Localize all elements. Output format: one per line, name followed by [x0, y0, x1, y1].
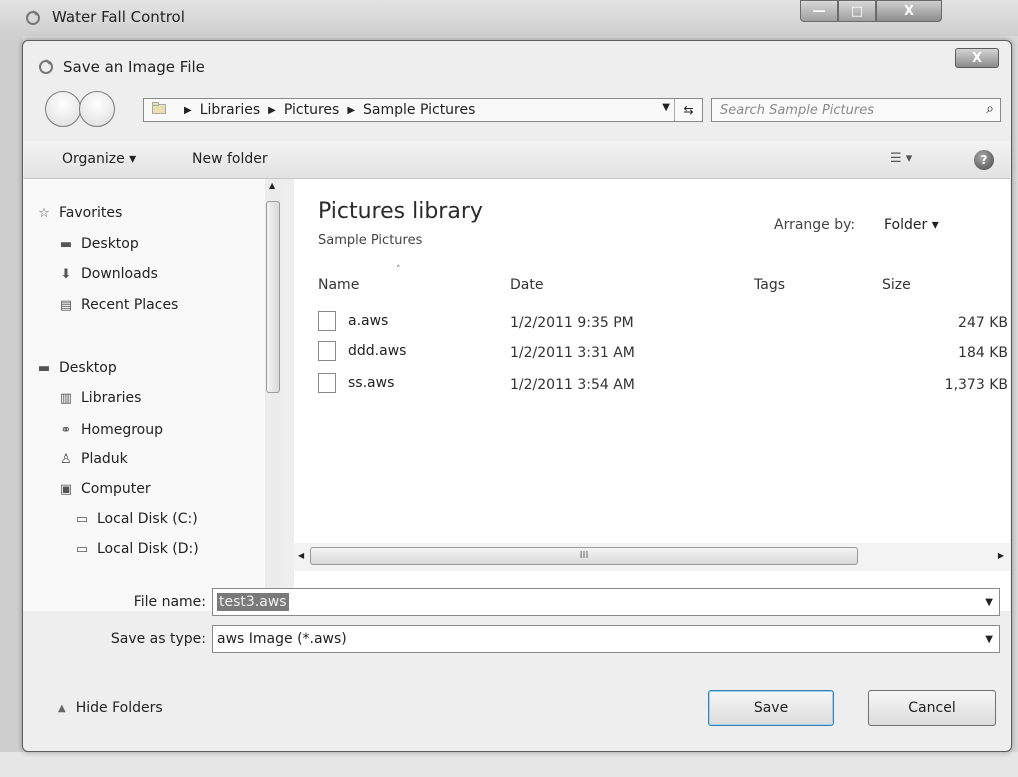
homegroup-icon: ⚭ — [60, 422, 72, 438]
arrange-by-dropdown[interactable]: Folder ▾ — [884, 217, 939, 233]
breadcrumb-separator-icon[interactable]: ▶ — [268, 105, 276, 116]
new-folder-button[interactable]: New folder — [192, 151, 268, 167]
nav-local-disk-d[interactable]: ▭ Local Disk (D:) — [71, 541, 199, 557]
nav-favorites[interactable]: ☆ Favorites — [33, 205, 122, 221]
user-icon: ♙ — [60, 451, 72, 467]
file-icon — [318, 311, 336, 331]
hide-folders-toggle[interactable]: ▲ Hide Folders — [58, 700, 163, 716]
file-name-cell[interactable]: ss.aws — [318, 373, 394, 393]
file-date-cell: 1/2/2011 3:31 AM — [510, 345, 635, 361]
file-date-cell: 1/2/2011 9:35 PM — [510, 315, 634, 331]
nav-local-disk-c[interactable]: ▭ Local Disk (C:) — [71, 511, 198, 527]
libraries-icon: ▥ — [59, 390, 73, 406]
nav-homegroup[interactable]: ⚭ Homegroup — [55, 422, 163, 438]
library-subtitle: Sample Pictures — [318, 233, 423, 248]
window-controls: — □ X — [800, 0, 942, 24]
toolbar: Organize ▾ New folder ☰ ▾ ? — [24, 141, 1010, 179]
drive-icon: ▭ — [75, 511, 89, 527]
nav-scroll-thumb[interactable] — [266, 201, 280, 393]
address-dropdown-icon[interactable]: ▼ — [662, 102, 670, 113]
address-bar[interactable]: ▶ Libraries ▶ Pictures ▶ Sample Pictures… — [143, 98, 703, 122]
cancel-button[interactable]: Cancel — [868, 690, 996, 726]
search-box[interactable]: ⌕ — [711, 98, 1001, 122]
downloads-icon: ⬇ — [60, 266, 72, 282]
app-icon — [24, 9, 42, 31]
view-options-icon[interactable]: ☰ ▾ — [890, 151, 912, 166]
app-title-bar: Water Fall Control — □ X — [0, 0, 1018, 36]
back-button[interactable] — [45, 91, 81, 127]
drive-icon: ▭ — [75, 541, 89, 557]
desktop-icon: ▬ — [59, 236, 73, 252]
file-list-hscrollbar[interactable]: ◀ III ▶ — [294, 543, 1010, 571]
refresh-icon[interactable]: ⇆ — [674, 99, 702, 121]
breadcrumb-separator-icon[interactable]: ▶ — [347, 105, 355, 116]
file-name-cell[interactable]: a.aws — [318, 311, 388, 331]
window-bottom-edge — [0, 752, 1018, 777]
file-icon — [318, 341, 336, 361]
save-as-type-label: Save as type: — [110, 631, 206, 647]
navigation-pane: ☆ Favorites ▬ Desktop ⬇ Downloads ▤ Rece… — [23, 179, 265, 611]
help-icon[interactable]: ? — [974, 150, 994, 170]
dialog-icon — [39, 59, 53, 74]
window-border — [0, 36, 22, 777]
file-name-input[interactable]: test3.aws ▼ — [212, 588, 1000, 616]
save-as-type-select[interactable]: aws Image (*.aws) ▼ — [212, 625, 1000, 653]
column-header-name[interactable]: Name — [318, 277, 359, 293]
nav-downloads[interactable]: ⬇ Downloads — [55, 266, 158, 282]
file-size-cell: 184 KB — [958, 345, 1008, 361]
recent-places-icon: ▤ — [59, 297, 73, 313]
forward-button[interactable] — [79, 91, 115, 127]
file-size-cell: 247 KB — [958, 315, 1008, 331]
file-name-cell[interactable]: ddd.aws — [318, 341, 406, 361]
desktop-icon: ▬ — [37, 360, 51, 376]
dialog-close-button[interactable]: X — [955, 48, 999, 68]
nav-scrollbar[interactable]: ▲ ▼ — [265, 179, 281, 611]
library-title: Pictures library — [318, 199, 483, 224]
nav-desktop-favorite[interactable]: ▬ Desktop — [55, 236, 139, 252]
file-icon — [318, 373, 336, 393]
column-header-size[interactable]: Size — [882, 277, 911, 293]
breadcrumb-separator-icon[interactable]: ▶ — [184, 105, 192, 116]
scroll-right-icon[interactable]: ▶ — [998, 551, 1004, 560]
save-as-type-dropdown-icon[interactable]: ▼ — [985, 634, 993, 645]
arrange-by-label: Arrange by: — [774, 217, 856, 233]
search-input[interactable] — [720, 102, 960, 118]
nav-recent-places[interactable]: ▤ Recent Places — [55, 297, 179, 313]
hscroll-thumb[interactable]: III — [310, 547, 858, 565]
star-icon: ☆ — [38, 205, 50, 221]
nav-libraries[interactable]: ▥ Libraries — [55, 390, 142, 406]
scroll-left-icon[interactable]: ◀ — [298, 551, 304, 560]
app-title: Water Fall Control — [52, 8, 185, 26]
sort-ascending-icon: ˄ — [396, 265, 401, 275]
dialog-title: Save an Image File — [63, 58, 205, 76]
file-date-cell: 1/2/2011 3:54 AM — [510, 377, 635, 393]
maximize-button[interactable]: □ — [838, 0, 876, 22]
column-header-date[interactable]: Date — [510, 277, 543, 293]
folder-icon — [152, 102, 166, 118]
computer-icon: ▣ — [59, 481, 73, 497]
save-button[interactable]: Save — [708, 690, 834, 726]
file-size-cell: 1,373 KB — [944, 377, 1008, 393]
column-header-tags[interactable]: Tags — [754, 277, 785, 293]
scroll-up-icon[interactable]: ▲ — [269, 181, 275, 190]
close-window-button[interactable]: X — [876, 0, 942, 22]
nav-computer[interactable]: ▣ Computer — [55, 481, 151, 497]
collapse-icon: ▲ — [58, 702, 66, 714]
file-name-label: File name: — [133, 594, 206, 610]
search-icon[interactable]: ⌕ — [986, 101, 994, 117]
nav-user-folder[interactable]: ♙ Pladuk — [55, 451, 128, 467]
organize-menu[interactable]: Organize ▾ — [62, 151, 136, 167]
save-as-type-value: aws Image (*.aws) — [217, 631, 347, 647]
dialog-title-bar: Save an Image File — [37, 55, 205, 79]
file-name-value[interactable]: test3.aws — [217, 593, 289, 611]
breadcrumb-libraries[interactable]: Libraries — [200, 102, 260, 118]
breadcrumb-pictures[interactable]: Pictures — [284, 102, 339, 118]
minimize-button[interactable]: — — [800, 0, 838, 22]
breadcrumb-sample-pictures[interactable]: Sample Pictures — [363, 102, 475, 118]
nav-desktop[interactable]: ▬ Desktop — [33, 360, 117, 376]
file-name-dropdown-icon[interactable]: ▼ — [985, 597, 993, 608]
